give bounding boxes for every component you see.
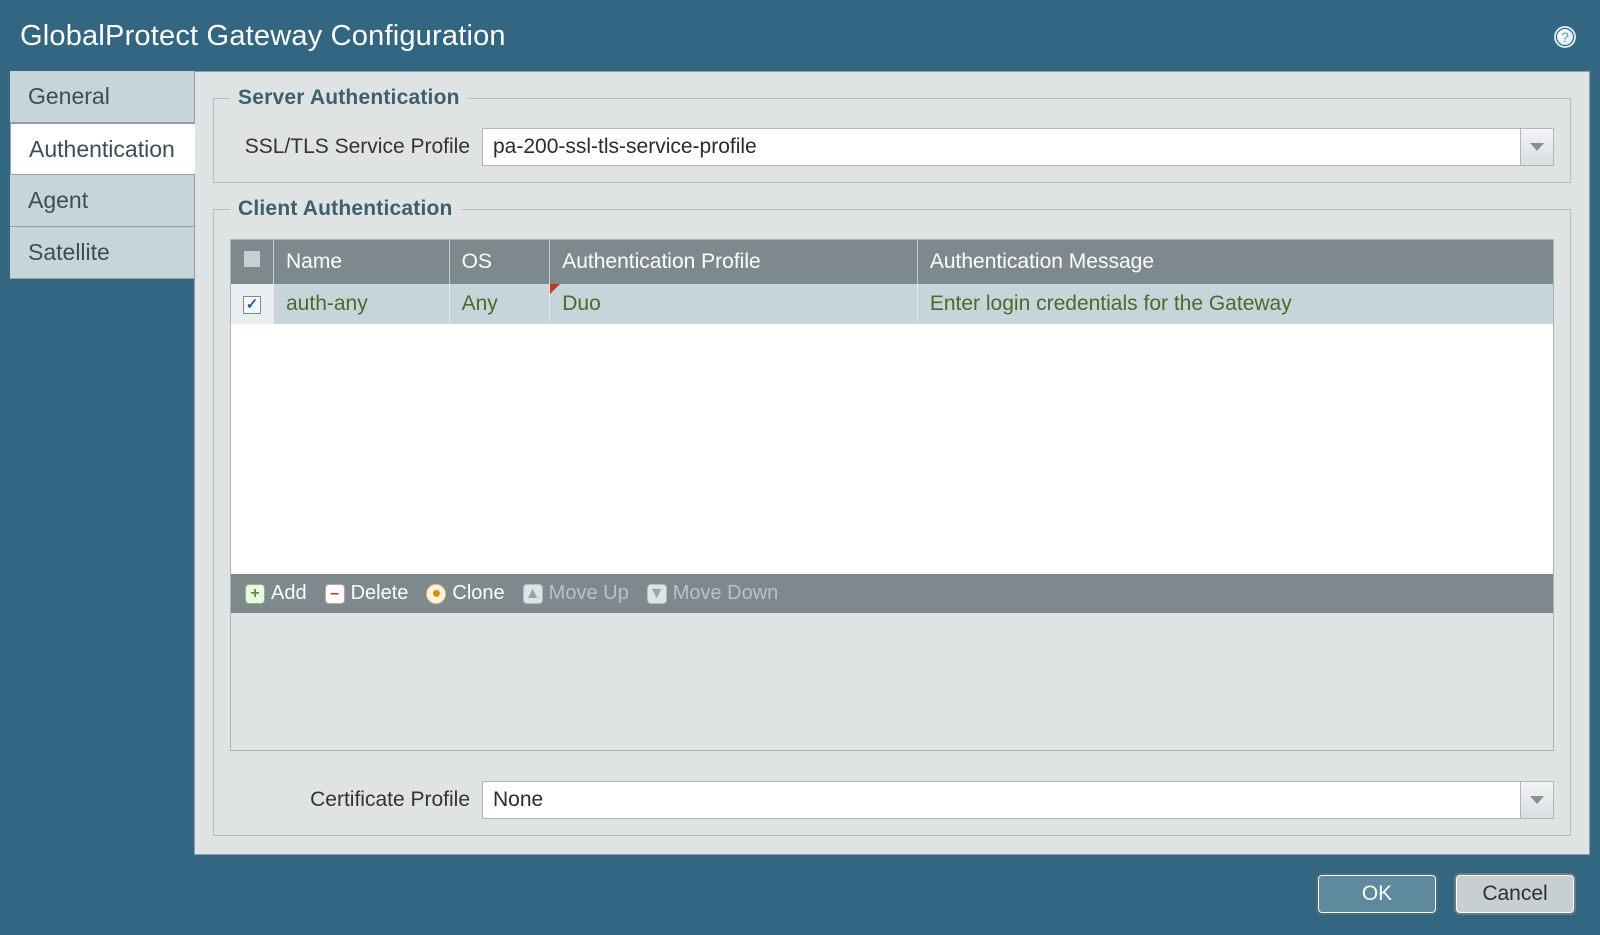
client-authentication-legend: Client Authentication [230, 197, 461, 221]
table-row[interactable]: auth-any Any Duo Enter login credentials… [231, 284, 1553, 324]
dialog-footer: OK Cancel [10, 865, 1590, 935]
titlebar: GlobalProtect Gateway Configuration ? [10, 10, 1590, 71]
ok-button[interactable]: OK [1316, 873, 1438, 915]
add-button[interactable]: + Add [245, 582, 307, 605]
col-name[interactable]: Name [274, 240, 450, 284]
client-auth-grid: Name OS Authentication Profile Authentic… [230, 239, 1554, 751]
move-down-button-label: Move Down [673, 582, 779, 605]
required-indicator-icon [550, 284, 560, 294]
certificate-profile-label: Certificate Profile [230, 788, 470, 812]
help-icon[interactable]: ? [1554, 26, 1576, 48]
cell-auth-profile-text: Duo [562, 292, 601, 315]
move-up-button-label: Move Up [549, 582, 629, 605]
content-panel: Server Authentication SSL/TLS Service Pr… [194, 71, 1590, 855]
server-authentication-panel: Server Authentication SSL/TLS Service Pr… [213, 86, 1571, 183]
tab-agent[interactable]: Agent [10, 175, 194, 227]
clone-icon: ● [426, 584, 446, 604]
cell-name[interactable]: auth-any [274, 284, 450, 324]
certificate-profile-combo[interactable]: None [482, 781, 1554, 819]
col-os[interactable]: OS [449, 240, 550, 284]
delete-button[interactable]: – Delete [325, 582, 409, 605]
plus-icon: + [245, 584, 265, 604]
certificate-profile-input[interactable]: None [482, 781, 1520, 819]
certificate-profile-dropdown[interactable] [1520, 781, 1554, 819]
chevron-down-icon [1530, 143, 1544, 151]
cancel-button[interactable]: Cancel [1454, 873, 1576, 915]
cell-auth-profile[interactable]: Duo [550, 284, 918, 324]
col-auth-message[interactable]: Authentication Message [917, 240, 1553, 284]
cell-auth-message[interactable]: Enter login credentials for the Gateway [917, 284, 1553, 324]
tab-satellite[interactable]: Satellite [10, 227, 194, 279]
cell-os[interactable]: Any [449, 284, 550, 324]
client-auth-table: Name OS Authentication Profile Authentic… [231, 240, 1553, 324]
ssl-tls-service-profile-input[interactable]: pa-200-ssl-tls-service-profile [482, 128, 1520, 166]
ssl-tls-service-profile-combo[interactable]: pa-200-ssl-tls-service-profile [482, 128, 1554, 166]
move-up-button[interactable]: ▲ Move Up [523, 582, 629, 605]
row-checkbox[interactable] [243, 296, 261, 314]
arrow-up-icon: ▲ [523, 584, 543, 604]
clone-button[interactable]: ● Clone [426, 582, 504, 605]
arrow-down-icon: ▼ [647, 584, 667, 604]
grid-empty-area[interactable] [231, 324, 1553, 574]
move-down-button[interactable]: ▼ Move Down [647, 582, 779, 605]
delete-button-label: Delete [351, 582, 409, 605]
col-auth-profile[interactable]: Authentication Profile [550, 240, 918, 284]
select-all-checkbox[interactable] [243, 250, 261, 268]
tab-authentication[interactable]: Authentication [10, 123, 195, 175]
ssl-tls-service-profile-label: SSL/TLS Service Profile [230, 135, 470, 159]
add-button-label: Add [271, 582, 307, 605]
chevron-down-icon [1530, 796, 1544, 804]
tab-general[interactable]: General [10, 71, 194, 123]
ssl-tls-service-profile-dropdown[interactable] [1520, 128, 1554, 166]
left-tabstrip: General Authentication Agent Satellite [10, 71, 194, 865]
col-select-all[interactable] [231, 240, 274, 284]
client-authentication-panel: Client Authentication Name OS Authentica… [213, 197, 1571, 836]
dialog-title: GlobalProtect Gateway Configuration [20, 20, 506, 53]
server-authentication-legend: Server Authentication [230, 86, 468, 110]
minus-icon: – [325, 584, 345, 604]
clone-button-label: Clone [452, 582, 504, 605]
grid-toolbar: + Add – Delete ● Clone ▲ Move Up [231, 574, 1553, 613]
